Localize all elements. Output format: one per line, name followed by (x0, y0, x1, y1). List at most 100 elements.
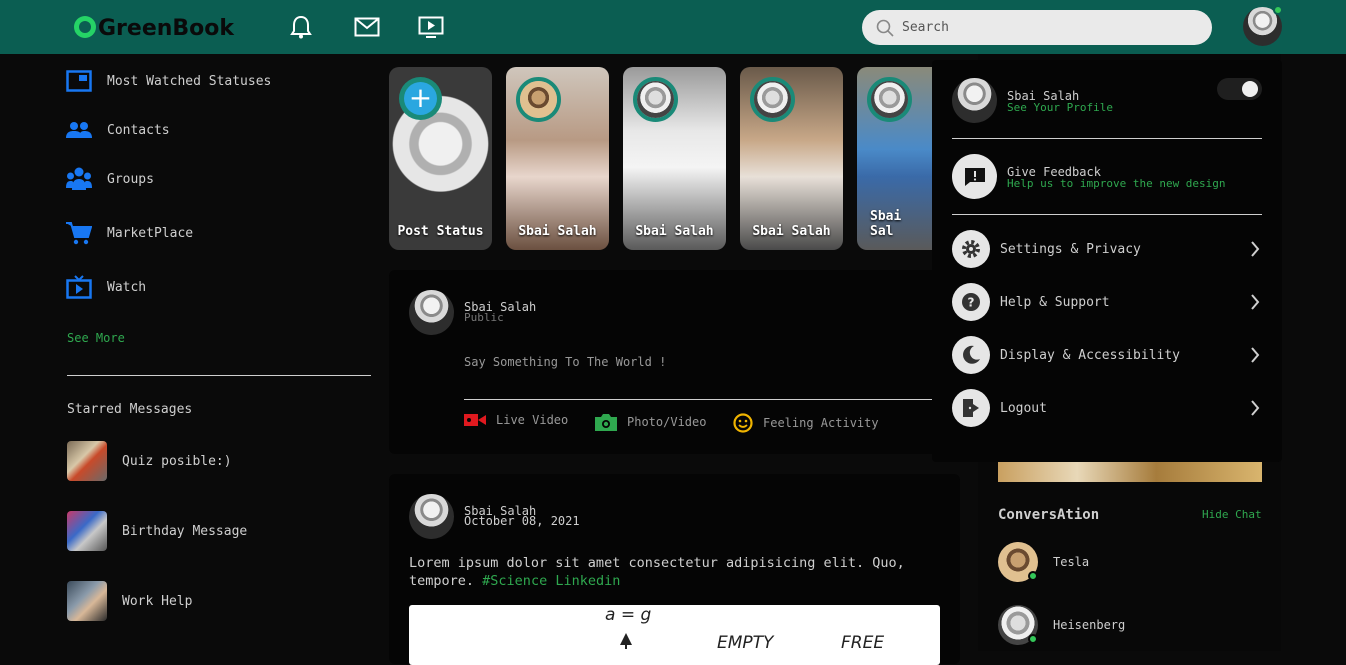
story-name: Sbai Salah (752, 224, 831, 239)
gear-icon (952, 230, 990, 268)
give-feedback-row[interactable]: Give Feedback Help us to improve the new… (952, 154, 1226, 199)
story-card[interactable]: Sbai Sal (857, 67, 932, 250)
top-header: GreenBook (0, 0, 1346, 54)
search-input[interactable] (902, 20, 1182, 35)
dropdown-divider (952, 214, 1262, 215)
composer-input[interactable]: Say Something To The World ! (464, 355, 666, 369)
story-card[interactable]: Sbai Salah (623, 67, 726, 250)
feeling-activity-button[interactable]: Feeling Activity (733, 413, 879, 433)
story-name: Sbai Sal (870, 209, 902, 239)
see-more-link[interactable]: See More (67, 331, 125, 345)
image-text: FREE (841, 633, 885, 653)
image-text: a = g (605, 605, 652, 625)
cart-icon (66, 220, 92, 246)
story-avatar (516, 77, 561, 122)
image-text: EMPTY (717, 633, 774, 653)
svg-text:?: ? (968, 296, 975, 310)
see-profile-link[interactable]: See Your Profile (1007, 102, 1113, 113)
sidebar-item-contacts[interactable]: Contacts (66, 117, 170, 143)
menu-item-label: Logout (1000, 400, 1047, 416)
video-tv-icon[interactable] (417, 14, 445, 40)
photo-video-button[interactable]: Photo/Video (595, 413, 706, 431)
composer-visibility[interactable]: Public (464, 311, 504, 324)
sidebar-item-label: Contacts (107, 122, 170, 138)
menu-item-label: Help & Support (1000, 294, 1110, 310)
hide-chat-link[interactable]: Hide Chat (1202, 508, 1262, 521)
starred-item-birthday[interactable]: Birthday Message (67, 511, 247, 551)
story-avatar (867, 77, 912, 122)
story-card[interactable]: Sbai Salah (506, 67, 609, 250)
dropdown-divider (952, 138, 1262, 139)
starred-thumbnail (67, 581, 107, 621)
help-icon: ? (952, 283, 990, 321)
contact-item-heisenberg[interactable]: Heisenberg (998, 605, 1125, 645)
feedback-icon (952, 154, 997, 199)
menu-item-label: Display & Accessibility (1000, 347, 1181, 363)
starred-item-quiz[interactable]: Quiz posible:) (67, 441, 232, 481)
story-card[interactable]: Sbai Salah (740, 67, 843, 250)
story-name: Post Status (397, 224, 484, 239)
post-date: October 08, 2021 (464, 514, 580, 528)
brand-name: GreenBook (98, 16, 235, 41)
sidebar-item-groups[interactable]: Groups (66, 166, 154, 192)
sidebar-item-watch[interactable]: Watch (66, 274, 146, 300)
brand-logo[interactable]: GreenBook (74, 12, 234, 41)
right-panel-image (998, 460, 1262, 482)
starred-messages-title: Starred Messages (67, 402, 193, 417)
smiley-icon (733, 413, 753, 433)
add-status-button[interactable]: + (399, 77, 442, 120)
starred-thumbnail (67, 441, 107, 481)
starred-item-label: Work Help (122, 593, 193, 609)
story-name: Sbai Salah (635, 224, 714, 239)
sidebar-item-label: Most Watched Statuses (107, 73, 272, 89)
camera-icon (595, 413, 617, 431)
feedback-subtitle: Help us to improve the new design (1007, 176, 1226, 190)
live-video-button[interactable]: Live Video (464, 413, 568, 427)
search-icon (876, 19, 894, 37)
action-label: Live Video (496, 413, 569, 427)
starred-item-label: Birthday Message (122, 523, 248, 539)
post-composer: Sbai Salah Public Say Something To The W… (389, 270, 960, 454)
contact-item-tesla[interactable]: Tesla (998, 542, 1089, 582)
conversation-title: ConversAtion (998, 507, 1100, 523)
profile-row[interactable]: Sbai Salah See Your Profile (952, 78, 1113, 123)
arrow-up-icon (620, 633, 632, 649)
post-tags[interactable]: #Science Linkedin (482, 573, 620, 589)
moon-icon (952, 336, 990, 374)
mail-icon[interactable] (353, 14, 381, 40)
contacts-icon (66, 117, 92, 143)
sidebar-item-most-watched[interactable]: Most Watched Statuses (66, 68, 271, 94)
left-sidebar: Most Watched Statuses Contacts Groups Ma… (0, 54, 380, 651)
contact-name: Heisenberg (1053, 618, 1126, 632)
online-status-dot (1273, 5, 1283, 15)
plus-icon: + (404, 82, 437, 115)
display-accessibility-item[interactable]: Display & Accessibility (952, 336, 1272, 374)
sidebar-item-label: MarketPlace (107, 225, 194, 241)
account-dropdown: Sbai Salah See Your Profile Give Feedbac… (932, 60, 1282, 462)
chevron-right-icon (1251, 400, 1260, 416)
chevron-right-icon (1251, 241, 1260, 257)
contact-name: Tesla (1053, 555, 1090, 569)
story-avatar (633, 77, 678, 122)
story-post-status[interactable]: + Post Status (389, 67, 492, 250)
video-camera-icon (464, 413, 486, 427)
settings-privacy-item[interactable]: Settings & Privacy (952, 230, 1272, 268)
post-avatar[interactable] (409, 494, 454, 539)
watch-icon (66, 274, 92, 300)
search-bar[interactable] (862, 10, 1212, 45)
dark-mode-toggle[interactable] (1217, 78, 1262, 100)
story-name: Sbai Salah (518, 224, 597, 239)
toggle-knob (1242, 81, 1258, 97)
composer-avatar (409, 290, 454, 335)
logout-item[interactable]: Logout (952, 389, 1272, 427)
post-image[interactable]: a = g EMPTY FREE (409, 605, 940, 665)
composer-divider (464, 399, 939, 400)
whatsapp-logo-icon (74, 15, 96, 38)
bell-icon[interactable] (287, 14, 315, 40)
starred-item-work-help[interactable]: Work Help (67, 581, 192, 621)
logout-icon (952, 389, 990, 427)
sidebar-item-label: Groups (107, 171, 154, 187)
sidebar-item-marketplace[interactable]: MarketPlace (66, 220, 193, 246)
online-status-dot (1028, 634, 1038, 644)
help-support-item[interactable]: ? Help & Support (952, 283, 1272, 321)
